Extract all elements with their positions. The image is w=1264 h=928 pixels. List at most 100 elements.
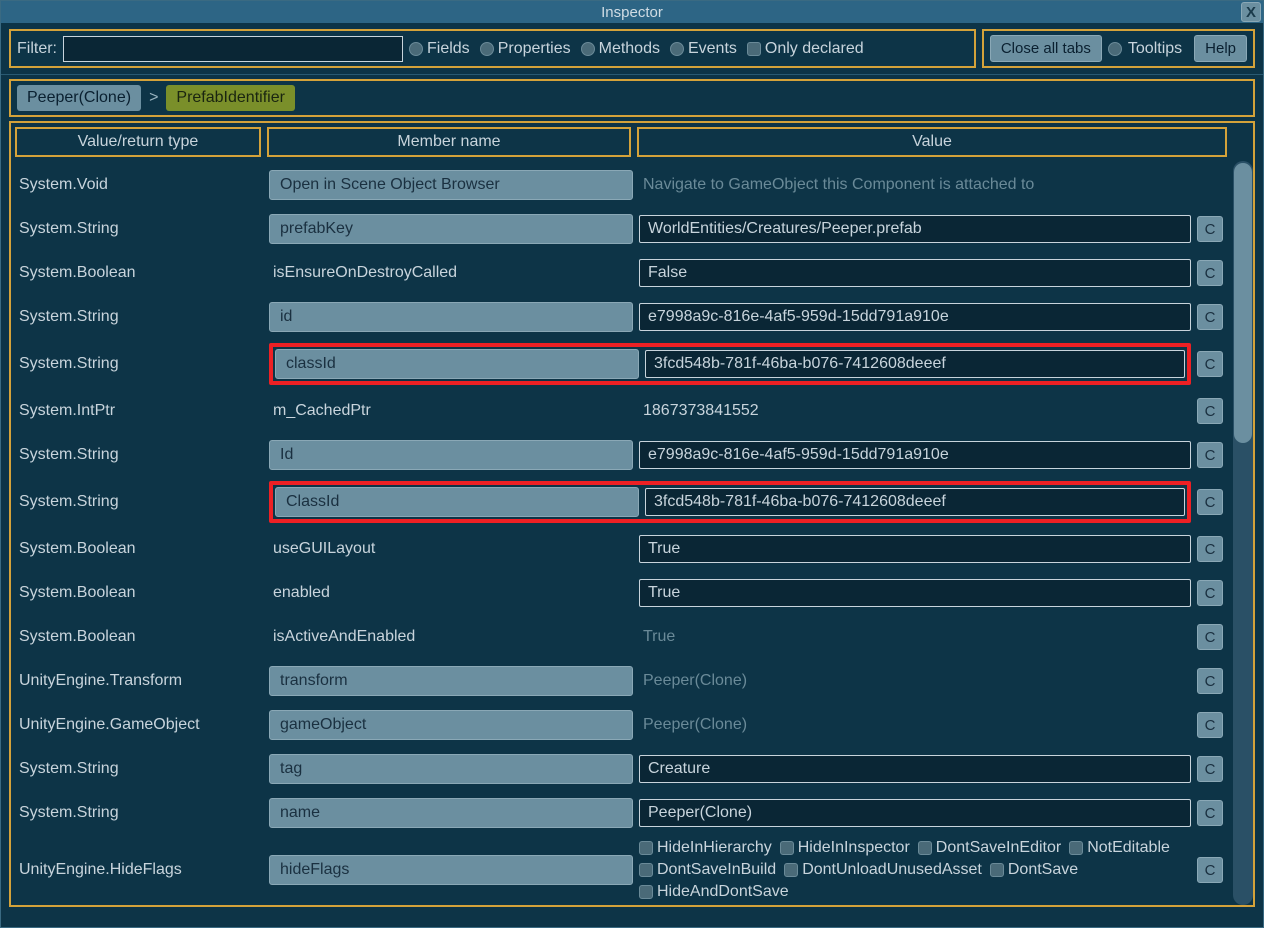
type-cell: UnityEngine.HideFlags: [17, 861, 263, 879]
flag-label: HideInHierarchy: [657, 839, 772, 857]
member-button[interactable]: gameObject: [269, 710, 633, 740]
copy-button[interactable]: C: [1197, 857, 1223, 883]
copy-button[interactable]: C: [1197, 489, 1223, 515]
copy-button[interactable]: C: [1197, 668, 1223, 694]
scrollbar[interactable]: [1233, 161, 1253, 905]
copy-button[interactable]: C: [1197, 624, 1223, 650]
type-cell: System.String: [17, 308, 263, 326]
crumb-root[interactable]: Peeper(Clone): [17, 85, 141, 111]
scrollbar-thumb[interactable]: [1234, 163, 1252, 443]
copy-button[interactable]: C: [1197, 304, 1223, 330]
type-cell: System.String: [17, 446, 263, 464]
value-cell: Navigate to GameObject this Component is…: [639, 176, 1223, 194]
table-row: System.String Id C: [13, 433, 1227, 477]
flag-check[interactable]: [780, 841, 794, 855]
titlebar: Inspector X: [1, 1, 1263, 23]
value-cell: [639, 799, 1191, 827]
value-cell: True: [639, 628, 1191, 646]
type-cell: System.IntPtr: [17, 402, 263, 420]
type-cell: System.Boolean: [17, 264, 263, 282]
flag-check[interactable]: [990, 863, 1004, 877]
copy-button[interactable]: C: [1197, 442, 1223, 468]
content: Value/return type Member name Value Syst…: [9, 121, 1255, 907]
flag-check[interactable]: [1069, 841, 1083, 855]
value-text: Navigate to GameObject this Component is…: [639, 176, 1223, 194]
value-input[interactable]: [639, 215, 1191, 243]
value-input[interactable]: [639, 303, 1191, 331]
member-button[interactable]: prefabKey: [269, 214, 633, 244]
flags-group: HideInHierarchy HideInInspector DontSaveIn…: [639, 839, 1191, 901]
member-button[interactable]: name: [269, 798, 633, 828]
member-cell: gameObject: [269, 710, 633, 740]
crumb-sep: >: [149, 89, 158, 107]
value-text: Peeper(Clone): [639, 716, 1191, 734]
flag-check[interactable]: [639, 863, 653, 877]
flag-check[interactable]: [918, 841, 932, 855]
help-button[interactable]: Help: [1194, 35, 1247, 62]
filter-input[interactable]: [63, 36, 403, 62]
member-text: enabled: [269, 579, 633, 607]
value-input[interactable]: [639, 755, 1191, 783]
properties-check[interactable]: [480, 42, 494, 56]
tooltips-check[interactable]: [1108, 42, 1122, 56]
member-button[interactable]: classId: [275, 349, 639, 379]
copy-button[interactable]: C: [1197, 756, 1223, 782]
flag-check[interactable]: [784, 863, 798, 877]
value-input[interactable]: [639, 441, 1191, 469]
flag-label: HideAndDontSave: [657, 883, 789, 901]
value-input[interactable]: [639, 535, 1191, 563]
events-check[interactable]: [670, 42, 684, 56]
copy-button[interactable]: C: [1197, 800, 1223, 826]
table-row: System.BooleanuseGUILayoutC: [13, 527, 1227, 571]
value-input[interactable]: [639, 579, 1191, 607]
value-input[interactable]: [645, 350, 1185, 378]
value-cell: [645, 350, 1185, 378]
value-input[interactable]: [639, 259, 1191, 287]
flag-label: HideInInspector: [798, 839, 910, 857]
member-button[interactable]: transform: [269, 666, 633, 696]
member-button[interactable]: Id: [269, 440, 633, 470]
crumb-current[interactable]: PrefabIdentifier: [166, 85, 295, 111]
table-row: System.BooleanenabledC: [13, 571, 1227, 615]
copy-button[interactable]: C: [1197, 216, 1223, 242]
copy-button[interactable]: C: [1197, 351, 1223, 377]
value-input[interactable]: [639, 799, 1191, 827]
fields-check[interactable]: [409, 42, 423, 56]
value-cell: [639, 259, 1191, 287]
type-cell: System.String: [17, 493, 263, 511]
type-cell: System.Boolean: [17, 540, 263, 558]
copy-button[interactable]: C: [1197, 536, 1223, 562]
methods-check[interactable]: [581, 42, 595, 56]
member-text: m_CachedPtr: [269, 397, 633, 425]
copy-button[interactable]: C: [1197, 712, 1223, 738]
member-cell: tag: [269, 754, 633, 784]
filter-group: Filter: Fields Properties Methods Events…: [9, 29, 976, 68]
flag-check[interactable]: [639, 885, 653, 899]
close-button[interactable]: X: [1241, 2, 1261, 22]
highlight-box: classId: [269, 343, 1191, 385]
member-button[interactable]: Open in Scene Object Browser: [269, 170, 633, 200]
copy-button[interactable]: C: [1197, 398, 1223, 424]
only-declared-check[interactable]: [747, 42, 761, 56]
breadcrumb: Peeper(Clone) > PrefabIdentifier: [9, 79, 1255, 117]
member-cell: Open in Scene Object Browser: [269, 170, 633, 200]
table-row: UnityEngine.TransformtransformPeeper(Clo…: [13, 659, 1227, 703]
copy-button[interactable]: C: [1197, 580, 1223, 606]
right-tools: Close all tabs Tooltips Help: [982, 29, 1255, 68]
flag-check[interactable]: [639, 841, 653, 855]
member-cell: name: [269, 798, 633, 828]
member-button[interactable]: tag: [269, 754, 633, 784]
table-row: System.StringnameC: [13, 791, 1227, 835]
copy-button[interactable]: C: [1197, 260, 1223, 286]
member-cell: enabled: [269, 579, 633, 607]
value-input[interactable]: [645, 488, 1185, 516]
member-button[interactable]: hideFlags: [269, 855, 633, 885]
flag-item: DontSaveInEditor: [918, 839, 1061, 857]
filter-checks: Fields Properties Methods Events Only de…: [409, 40, 870, 58]
table-row: System.String ClassId C: [13, 477, 1227, 527]
table-row: UnityEngine.GameObjectgameObjectPeeper(C…: [13, 703, 1227, 747]
close-all-tabs-button[interactable]: Close all tabs: [990, 35, 1102, 62]
flag-item: HideInHierarchy: [639, 839, 772, 857]
member-button[interactable]: ClassId: [275, 487, 639, 517]
member-button[interactable]: id: [269, 302, 633, 332]
